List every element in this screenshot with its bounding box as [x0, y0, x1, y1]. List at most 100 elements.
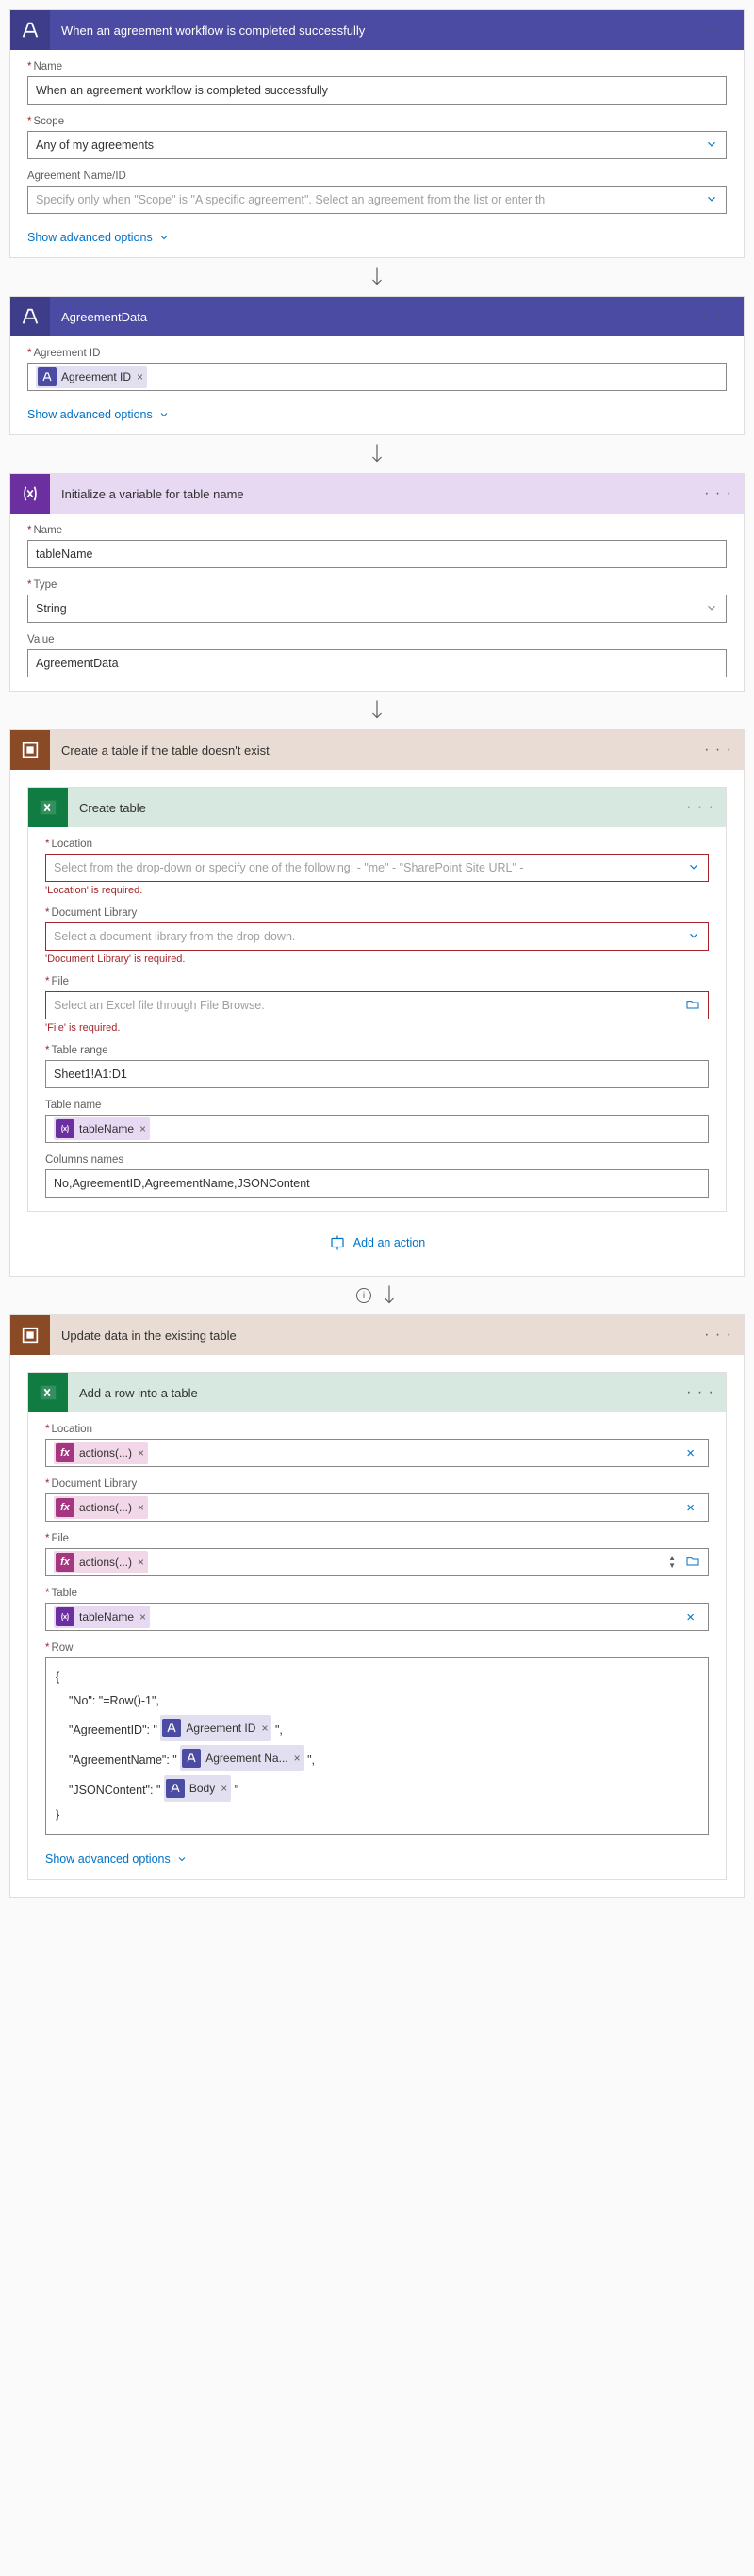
chevron-down-icon: [705, 601, 718, 617]
table-range-label: Table range: [45, 1045, 709, 1056]
init-variable-card: Initialize a variable for table name · ·…: [9, 473, 745, 692]
update-data-scope-header[interactable]: Update data in the existing table · · ·: [10, 1315, 744, 1355]
doclib-input[interactable]: fx actions(...) × ×: [45, 1493, 709, 1522]
adobe-sign-icon: [38, 367, 57, 386]
add-action-button[interactable]: Add an action: [27, 1212, 727, 1259]
body-token[interactable]: Body ×: [164, 1775, 231, 1802]
more-menu-icon[interactable]: · · ·: [686, 1384, 714, 1401]
folder-browse-icon[interactable]: [685, 1554, 700, 1572]
chevron-down-icon: [705, 138, 718, 154]
remove-token-icon[interactable]: ×: [221, 1777, 227, 1800]
var-value-label: Value: [27, 634, 727, 645]
file-label: File: [45, 1533, 709, 1544]
file-input[interactable]: Select an Excel file through File Browse…: [45, 991, 709, 1019]
remove-token-icon[interactable]: ×: [294, 1747, 301, 1769]
clear-icon[interactable]: ×: [680, 1500, 700, 1516]
scope-icon: [10, 1315, 50, 1355]
name-input[interactable]: When an agreement workflow is completed …: [27, 76, 727, 105]
columns-names-label: Columns names: [45, 1154, 709, 1166]
row-label: Row: [45, 1642, 709, 1654]
show-advanced-link[interactable]: Show advanced options: [45, 1852, 188, 1866]
remove-token-icon[interactable]: ×: [137, 370, 143, 383]
doclib-select[interactable]: Select a document library from the drop-…: [45, 922, 709, 951]
flow-arrow: [9, 258, 745, 296]
stepper-icon[interactable]: ▲▼: [664, 1555, 676, 1570]
create-table-title: Create table: [68, 801, 686, 815]
more-menu-icon[interactable]: · · ·: [704, 1327, 732, 1344]
add-row-header[interactable]: Add a row into a table · · ·: [28, 1373, 726, 1412]
trigger-header[interactable]: When an agreement workflow is completed …: [10, 10, 744, 50]
create-table-scope-title: Create a table if the table doesn't exis…: [50, 743, 704, 758]
remove-token-icon[interactable]: ×: [139, 1610, 146, 1623]
chevron-down-icon: [687, 929, 700, 945]
adobe-sign-icon: [166, 1779, 185, 1798]
file-input[interactable]: fx actions(...) × ▲▼: [45, 1548, 709, 1576]
add-row-title: Add a row into a table: [68, 1386, 686, 1400]
init-variable-header[interactable]: Initialize a variable for table name · ·…: [10, 474, 744, 514]
agreement-id-label: Agreement ID: [27, 348, 727, 359]
agreement-data-header[interactable]: AgreementData · · ·: [10, 297, 744, 336]
remove-token-icon[interactable]: ×: [138, 1556, 144, 1569]
more-menu-icon[interactable]: · · ·: [704, 308, 732, 325]
file-label: File: [45, 976, 709, 987]
table-input[interactable]: tableName × ×: [45, 1603, 709, 1631]
doclib-label: Document Library: [45, 907, 709, 919]
show-advanced-link[interactable]: Show advanced options: [27, 408, 170, 421]
table-range-input[interactable]: Sheet1!A1:D1: [45, 1060, 709, 1088]
agreement-nameid-label: Agreement Name/ID: [27, 171, 727, 182]
clear-icon[interactable]: ×: [680, 1445, 700, 1461]
columns-names-input[interactable]: No,AgreementID,AgreementName,JSONContent: [45, 1169, 709, 1198]
row-input[interactable]: { "No": "=Row()-1", "AgreementID": " Agr…: [45, 1657, 709, 1835]
agreement-id-token[interactable]: Agreement ID ×: [36, 366, 147, 388]
create-table-header[interactable]: Create table · · ·: [28, 788, 726, 827]
remove-token-icon[interactable]: ×: [138, 1501, 144, 1514]
doclib-error: 'Document Library' is required.: [45, 954, 709, 965]
location-select[interactable]: Select from the drop-down or specify one…: [45, 854, 709, 882]
var-type-select[interactable]: String: [27, 595, 727, 623]
var-name-label: Name: [27, 525, 727, 536]
agreement-id-token[interactable]: Agreement ID ×: [160, 1715, 271, 1741]
location-input[interactable]: fx actions(...) × ×: [45, 1439, 709, 1467]
agreement-id-input[interactable]: Agreement ID ×: [27, 363, 727, 391]
chevron-down-icon: [705, 192, 718, 208]
location-error: 'Location' is required.: [45, 885, 709, 896]
more-menu-icon[interactable]: · · ·: [686, 799, 714, 816]
tablename-token[interactable]: tableName ×: [54, 1117, 150, 1140]
remove-token-icon[interactable]: ×: [139, 1122, 146, 1135]
trigger-title: When an agreement workflow is completed …: [50, 24, 704, 38]
more-menu-icon[interactable]: · · ·: [704, 22, 732, 39]
add-row-card: Add a row into a table · · · Location fx…: [27, 1372, 727, 1880]
var-value-input[interactable]: AgreementData: [27, 649, 727, 677]
chevron-down-icon: [687, 860, 700, 876]
excel-icon: [28, 1373, 68, 1412]
var-name-input[interactable]: tableName: [27, 540, 727, 568]
fx-token[interactable]: fx actions(...) ×: [54, 1442, 148, 1464]
doclib-label: Document Library: [45, 1478, 709, 1490]
fx-token[interactable]: fx actions(...) ×: [54, 1551, 148, 1573]
folder-browse-icon[interactable]: [685, 997, 700, 1015]
agreement-name-token[interactable]: Agreement Na... ×: [180, 1745, 303, 1771]
remove-token-icon[interactable]: ×: [261, 1717, 268, 1739]
show-advanced-link[interactable]: Show advanced options: [27, 231, 170, 244]
fx-icon: fx: [56, 1498, 74, 1517]
trigger-card: When an agreement workflow is completed …: [9, 9, 745, 258]
clear-icon[interactable]: ×: [680, 1609, 700, 1625]
table-name-input[interactable]: tableName ×: [45, 1115, 709, 1143]
more-menu-icon[interactable]: · · ·: [704, 485, 732, 502]
flow-arrow: [9, 435, 745, 473]
scope-label: Scope: [27, 116, 727, 127]
create-table-scope-header[interactable]: Create a table if the table doesn't exis…: [10, 730, 744, 770]
name-label: Name: [27, 61, 727, 73]
fx-token[interactable]: fx actions(...) ×: [54, 1496, 148, 1519]
table-label: Table: [45, 1588, 709, 1599]
tablename-token[interactable]: tableName ×: [54, 1606, 150, 1628]
more-menu-icon[interactable]: · · ·: [704, 742, 732, 758]
agreement-nameid-select[interactable]: Specify only when "Scope" is "A specific…: [27, 186, 727, 214]
info-icon[interactable]: i: [356, 1288, 371, 1303]
agreement-data-title: AgreementData: [50, 310, 704, 324]
scope-select[interactable]: Any of my agreements: [27, 131, 727, 159]
remove-token-icon[interactable]: ×: [138, 1446, 144, 1459]
variable-icon: [56, 1607, 74, 1626]
flow-arrow: i: [9, 1277, 745, 1314]
excel-icon: [28, 788, 68, 827]
